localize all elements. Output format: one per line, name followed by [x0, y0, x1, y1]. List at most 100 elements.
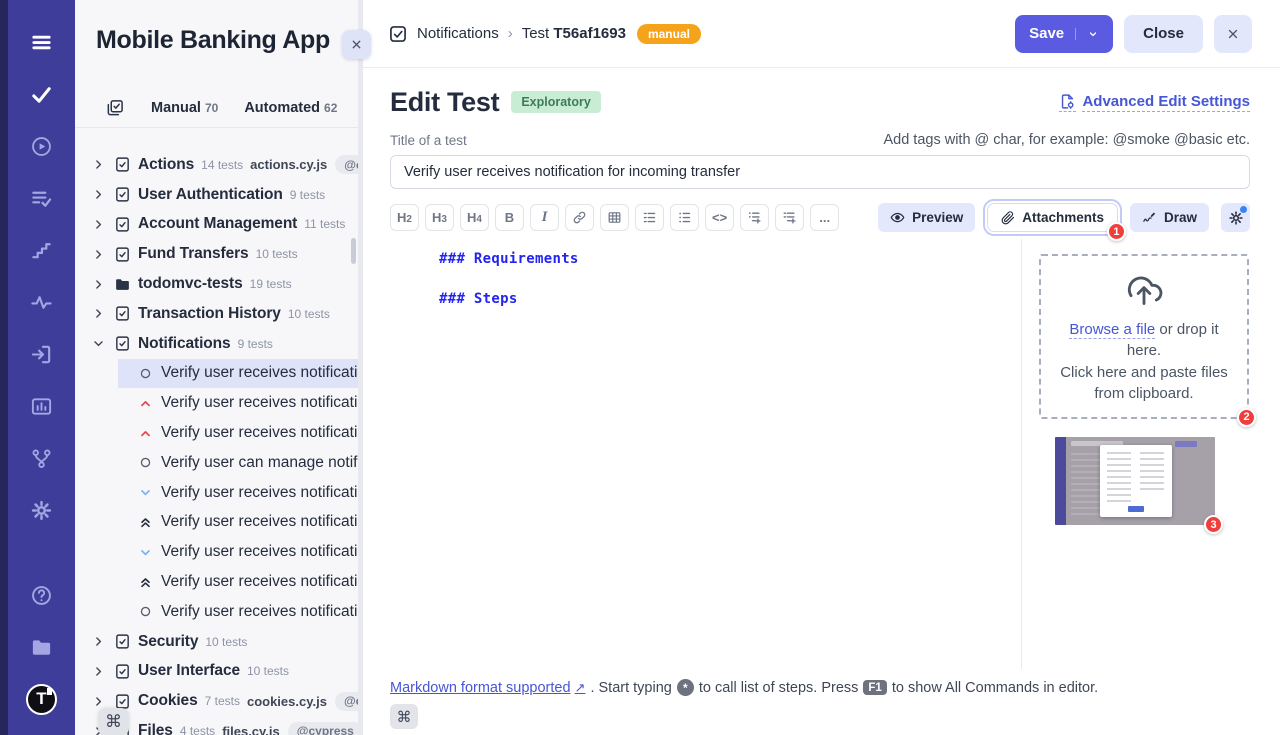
chevron-right-icon[interactable] — [92, 248, 106, 261]
cloud-upload-icon — [1053, 271, 1235, 311]
panel-close-button[interactable] — [342, 30, 371, 59]
tree-test-item[interactable]: Verify user receives notification — [118, 597, 358, 627]
markdown-line: ### Requirements — [439, 251, 1021, 267]
suite-file: files.cy.js — [222, 724, 280, 735]
tree-suite-transaction-history[interactable]: Transaction History10 tests — [75, 299, 358, 329]
doc-gear-icon — [1059, 93, 1076, 112]
priority-down-icon — [139, 546, 153, 559]
attachments-button[interactable]: Attachments1 — [987, 203, 1118, 232]
h3-button[interactable]: H3 — [425, 204, 454, 231]
sidebar-item-projects[interactable] — [8, 621, 75, 673]
markdown-editor[interactable]: ### Requirements### Steps — [390, 239, 1021, 669]
tab-manual[interactable]: Manual70 — [151, 100, 218, 116]
breadcrumb-section[interactable]: Notifications — [417, 25, 499, 42]
link-icon — [572, 210, 587, 225]
code-button[interactable]: <> — [705, 204, 734, 231]
test-title-input[interactable] — [390, 155, 1250, 189]
tree-test-item-selected[interactable]: Verify user receives notification for in… — [118, 359, 358, 389]
breadcrumb-test: Test T56af1693 — [522, 25, 626, 42]
tree-suite-actions[interactable]: Actions14 testsactions.cy.js@cypress — [75, 150, 358, 180]
chevron-right-icon[interactable] — [92, 307, 106, 320]
browse-file-link[interactable]: Browse a file — [1069, 321, 1155, 339]
branch-icon — [30, 447, 53, 470]
tree-suite-security[interactable]: Security10 tests — [75, 627, 358, 657]
chevron-down-icon[interactable] — [92, 337, 106, 350]
sidebar-item-import[interactable] — [8, 328, 75, 380]
dismiss-button[interactable] — [1214, 15, 1252, 53]
tree-test-item[interactable]: Verify user receives notification — [118, 418, 358, 448]
save-dropdown-caret[interactable] — [1075, 28, 1099, 40]
tree-test-item[interactable]: Verify user receives notification — [118, 478, 358, 508]
bullet-list-button[interactable] — [670, 204, 699, 231]
sidebar-item-analytics[interactable] — [8, 276, 75, 328]
tree-scrollbar[interactable] — [351, 238, 356, 264]
preview-button[interactable]: Preview — [878, 203, 975, 232]
draw-button[interactable]: Draw — [1130, 203, 1209, 232]
bold-button[interactable]: B — [495, 204, 524, 231]
sidebar-item-settings[interactable] — [8, 484, 75, 536]
app-sidebar: T — [8, 0, 75, 735]
sidebar-item-runs[interactable] — [8, 120, 75, 172]
save-button[interactable]: Save — [1015, 15, 1113, 53]
h4-button[interactable]: H4 — [460, 204, 489, 231]
close-button[interactable]: Close — [1124, 15, 1203, 53]
tree-suite-todomvc-tests[interactable]: todomvc-tests19 tests — [75, 269, 358, 299]
bullet-list-add-button[interactable] — [740, 204, 769, 231]
italic-button[interactable]: I — [530, 204, 559, 231]
sidebar-item-tests[interactable] — [8, 68, 75, 120]
tree-test-item[interactable]: Verify user receives notification — [118, 508, 358, 538]
chevron-right-icon[interactable] — [92, 218, 106, 231]
sidebar-item-menu[interactable] — [8, 16, 75, 68]
h2-button[interactable]: H2 — [390, 204, 419, 231]
attachments-panel: Browse a file or drop it here. Click her… — [1021, 239, 1250, 669]
list-check-icon — [30, 187, 53, 210]
sidebar-item-reports[interactable] — [8, 380, 75, 432]
suites-tree: Actions14 testsactions.cy.js@cypressUser… — [75, 128, 358, 735]
tree-suite-notifications[interactable]: Notifications9 tests — [75, 329, 358, 359]
tree-test-item[interactable]: Verify user can manage notifications — [118, 448, 358, 478]
editor-settings-button[interactable] — [1221, 203, 1250, 232]
link-button[interactable] — [565, 204, 594, 231]
suite-tag-badge: @cypress — [335, 155, 358, 174]
ordered-list-add-button[interactable] — [775, 204, 804, 231]
doc-check-icon — [114, 156, 132, 173]
tab-automated[interactable]: Automated62 — [244, 100, 337, 116]
chevron-right-icon[interactable] — [92, 665, 106, 678]
advanced-edit-settings-link[interactable]: Advanced Edit Settings — [1059, 93, 1250, 112]
sidebar-item-logo[interactable]: T — [8, 673, 75, 725]
chevron-right-icon[interactable] — [92, 158, 106, 171]
tree-suite-fund-transfers[interactable]: Fund Transfers10 tests — [75, 239, 358, 269]
command-palette-button[interactable]: ⌘ — [98, 708, 129, 735]
manual-badge: manual — [637, 24, 701, 44]
doc-check-icon — [114, 663, 132, 680]
suite-tag-badge: @cypress — [288, 722, 358, 735]
tree-suite-account-management[interactable]: Account Management11 tests — [75, 210, 358, 240]
gear-icon — [30, 499, 53, 522]
more-button[interactable]: ... — [810, 204, 839, 231]
tree-suite-user-interface[interactable]: User Interface10 tests — [75, 657, 358, 687]
external-link-icon: ↗ — [575, 680, 586, 696]
doc-check-icon — [114, 633, 132, 650]
ordered-list-button[interactable] — [635, 204, 664, 231]
tree-test-item[interactable]: Verify user receives notification — [118, 537, 358, 567]
chevron-right-icon[interactable] — [92, 278, 106, 291]
file-drop-zone[interactable]: Browse a file or drop it here. Click her… — [1039, 254, 1249, 419]
tree-test-item[interactable]: Verify user receives notification — [118, 388, 358, 418]
chevron-right-icon[interactable] — [92, 695, 106, 708]
command-palette-button[interactable]: ⌘ — [390, 704, 418, 729]
tree-test-item[interactable]: Verify user receives notification — [118, 567, 358, 597]
play-circle-icon — [30, 135, 53, 158]
attachment-thumbnail[interactable]: 3 — [1055, 437, 1215, 525]
sidebar-item-branches[interactable] — [8, 432, 75, 484]
step-3-badge: 3 — [1204, 515, 1223, 534]
priority-double-up-icon — [139, 516, 153, 529]
table-button[interactable] — [600, 204, 629, 231]
tree-suite-user-authentication[interactable]: User Authentication9 tests — [75, 180, 358, 210]
chevron-right-icon[interactable] — [92, 635, 106, 648]
chevron-right-icon[interactable] — [92, 188, 106, 201]
markdown-help-link[interactable]: Markdown format supported↗ — [390, 680, 585, 696]
sidebar-item-steps[interactable] — [8, 224, 75, 276]
sidebar-item-help[interactable] — [8, 569, 75, 621]
suites-panel: Mobile Banking App Manual70 Automated62 … — [75, 0, 358, 735]
sidebar-item-plans[interactable] — [8, 172, 75, 224]
